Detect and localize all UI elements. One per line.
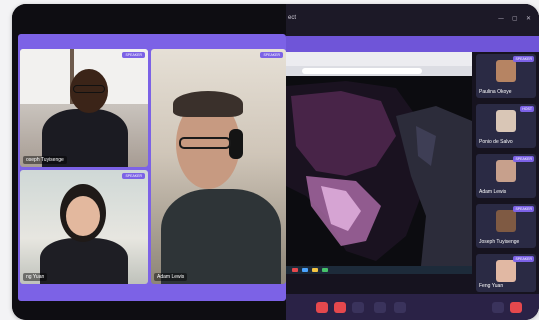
avatar	[496, 210, 516, 232]
speaker-badge: SPEAKER	[122, 52, 145, 58]
microphone-icon[interactable]	[334, 302, 346, 313]
video-grid-panel: SPEAKER oseph Tuyisenge SPEAKER Adam Lew…	[12, 4, 286, 320]
participant-name: Paulina Okoye	[479, 89, 512, 95]
screen-share-panel: ect — ▢ ✕ SPEAKER Paulina Okoye HOST Pon…	[286, 4, 539, 320]
participant-card-paulina[interactable]: SPEAKER Paulina Okoye	[476, 54, 536, 98]
participant-name: Feng Yuan	[479, 283, 504, 289]
participant-name-label: Adam Lewis	[154, 273, 188, 281]
share-screen-icon[interactable]	[352, 302, 364, 313]
glasses	[179, 137, 231, 149]
avatar	[496, 160, 516, 182]
address-bar[interactable]	[302, 68, 422, 74]
video-tile-feng[interactable]: SPEAKER ng Yuan	[20, 170, 148, 284]
population-map	[286, 76, 472, 266]
taskbar-app-icon[interactable]	[312, 268, 318, 272]
end-call-button[interactable]	[510, 302, 522, 313]
speaker-badge: SPEAKER	[122, 173, 145, 179]
taskbar-app-icon[interactable]	[302, 268, 308, 272]
chat-icon[interactable]	[374, 302, 386, 313]
shared-screen[interactable]	[286, 52, 472, 274]
participant-card-adam[interactable]: SPEAKER Adam Lewis	[476, 154, 536, 198]
window-title: ect	[288, 15, 297, 21]
map-graphic	[286, 76, 472, 266]
person-body	[40, 238, 128, 284]
maximize-icon[interactable]: ▢	[512, 15, 518, 22]
taskbar-app-icon[interactable]	[322, 268, 328, 272]
glasses	[73, 85, 105, 93]
close-icon[interactable]: ✕	[526, 15, 531, 22]
call-controls	[286, 294, 539, 320]
participant-card-joseph[interactable]: SPEAKER Joseph Tuyisenge	[476, 204, 536, 248]
window-titlebar: ect — ▢ ✕	[286, 4, 539, 36]
grid-frame-top	[18, 34, 286, 48]
participant-name: Ponio de Salvo	[479, 139, 513, 145]
person-face	[66, 196, 100, 236]
camera-icon[interactable]	[316, 302, 328, 313]
os-taskbar	[286, 266, 472, 274]
host-badge: HOST	[520, 106, 534, 112]
minimize-icon[interactable]: —	[498, 15, 504, 22]
avatar	[496, 260, 516, 282]
hair	[173, 91, 243, 117]
participant-name: Adam Lewis	[479, 189, 507, 195]
speaker-badge: SPEAKER	[513, 56, 534, 62]
meeting-header-bar	[286, 36, 539, 52]
participants-icon[interactable]	[492, 302, 504, 313]
speaker-badge: SPEAKER	[513, 206, 534, 212]
browser-toolbar	[286, 52, 472, 66]
avatar	[496, 60, 516, 82]
video-tile-joseph[interactable]: SPEAKER oseph Tuyisenge	[20, 49, 148, 167]
person-body	[161, 189, 281, 284]
speaker-badge: SPEAKER	[513, 156, 534, 162]
speaker-badge: SPEAKER	[260, 52, 283, 58]
grid-frame-bottom	[18, 291, 286, 301]
video-call-card: SPEAKER oseph Tuyisenge SPEAKER Adam Lew…	[12, 4, 539, 320]
taskbar-app-icon[interactable]	[292, 268, 298, 272]
video-tile-adam[interactable]: SPEAKER Adam Lewis	[151, 49, 286, 284]
speaker-badge: SPEAKER	[513, 256, 534, 262]
participant-name: Joseph Tuyisenge	[479, 239, 520, 245]
participant-name-label: oseph Tuyisenge	[23, 156, 67, 164]
browser-address-row	[286, 66, 472, 76]
more-options-icon[interactable]	[394, 302, 406, 313]
participant-card-feng[interactable]: SPEAKER Feng Yuan	[476, 254, 536, 292]
headphones	[229, 129, 243, 159]
participant-card-ponio[interactable]: HOST Ponio de Salvo	[476, 104, 536, 148]
participant-name-label: ng Yuan	[23, 273, 48, 281]
avatar	[496, 110, 516, 132]
